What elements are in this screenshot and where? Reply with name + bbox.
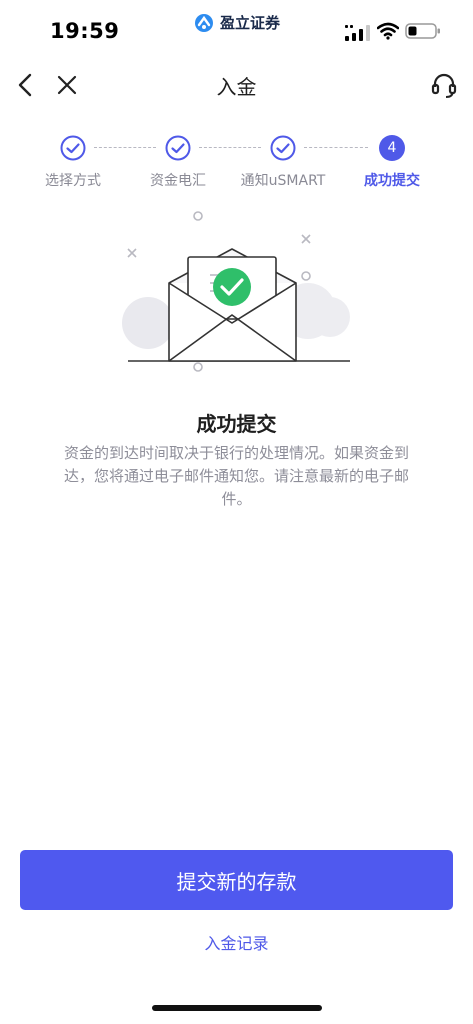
signal-icon <box>345 25 370 41</box>
submit-new-deposit-button[interactable]: 提交新的存款 <box>20 850 453 910</box>
result-description: 资金的到达时间取决于银行的处理情况。如果资金到达，您将通过电子邮件通知您。请注意… <box>63 444 409 508</box>
step-label-wire-transfer: 资金电汇 <box>150 173 206 189</box>
step-1-check-icon <box>60 135 86 161</box>
step-connector <box>304 147 368 148</box>
carrier-logo-icon <box>195 13 213 32</box>
home-indicator <box>152 1005 322 1011</box>
nav-bar: 入金 <box>0 62 473 108</box>
step-3-check-icon <box>270 135 296 161</box>
step-connector <box>199 147 261 148</box>
step-4-number-badge: 4 <box>379 135 405 161</box>
wifi-icon <box>377 22 399 40</box>
deposit-records-link[interactable]: 入金记录 <box>0 930 473 954</box>
page-title: 入金 <box>216 75 257 99</box>
step-label-select-method: 选择方式 <box>45 173 101 189</box>
carrier-text: 盈立证券 <box>220 14 281 32</box>
step-label-submitted: 成功提交 <box>364 173 420 189</box>
status-bar: 19:59 盈立证券 <box>0 0 473 62</box>
customer-service-button[interactable] <box>429 70 459 100</box>
battery-icon <box>405 23 440 39</box>
step-2-check-icon <box>165 135 191 161</box>
result-title: 成功提交 <box>196 412 277 436</box>
envelope-success-illustration <box>122 211 350 372</box>
carrier-label: 盈立证券 <box>194 12 280 33</box>
progress-stepper: 4 选择方式 资金电汇 通知uSMART 成功提交 <box>0 130 473 200</box>
headset-icon <box>431 73 457 98</box>
status-time: 19:59 <box>50 19 120 43</box>
step-label-notify: 通知uSMART <box>240 173 326 189</box>
step-connector <box>94 147 156 148</box>
